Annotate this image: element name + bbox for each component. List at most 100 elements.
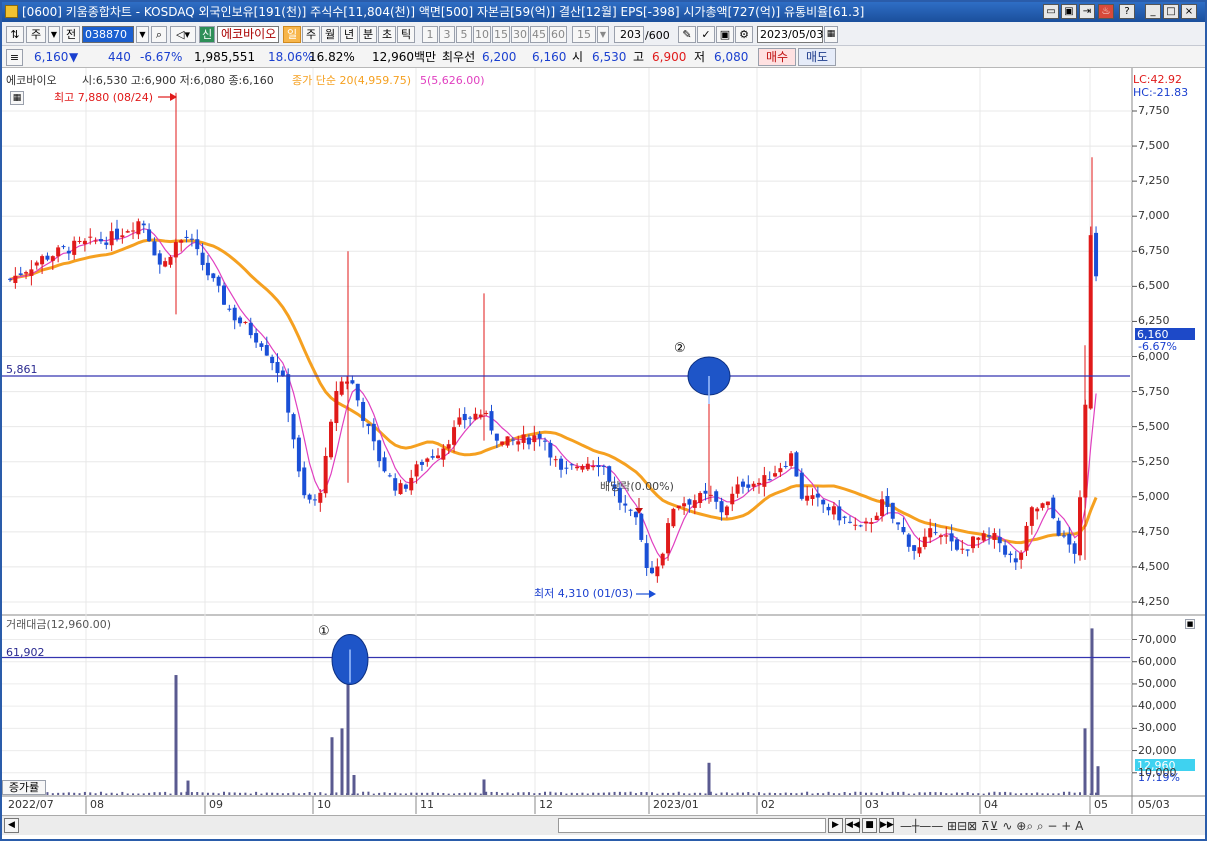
volume-bar (538, 792, 541, 795)
interval-1[interactable]: 1 (422, 26, 438, 43)
volume-bar (790, 792, 793, 795)
type-select[interactable]: 주 (26, 26, 46, 43)
candle-body (591, 465, 596, 468)
candle-body (147, 229, 152, 242)
increase-rate-tab[interactable]: 증가률 (2, 780, 46, 795)
scroll-thumb[interactable] (558, 818, 826, 833)
interval-10[interactable]: 10 (473, 26, 491, 43)
volume-bar (158, 792, 161, 795)
volume-bar (897, 792, 900, 795)
volume-bar (287, 793, 290, 795)
candle-body (575, 466, 580, 469)
fast-forward-icon[interactable]: ▶▶ (879, 818, 894, 833)
period-day[interactable]: 일 (283, 26, 301, 43)
candle-body (938, 535, 943, 537)
settings-red-icon[interactable]: ♨ (1098, 4, 1114, 19)
scroll-bar[interactable]: ◀ ▶ ◀◀ ■ ▶▶ —┼—— ⊞⊟⊠ ⊼⊻ ∿ ⊕⌕ ⌕ − + A (2, 815, 1205, 835)
period-second[interactable]: 초 (378, 26, 396, 43)
maximize-button[interactable]: □ (1163, 4, 1179, 19)
interval-15[interactable]: 15 (492, 26, 510, 43)
volume-bar (142, 793, 145, 795)
volume-spike-bar (352, 775, 356, 795)
chart-type-icon[interactable]: ⇅ (6, 26, 24, 43)
buy-button[interactable]: 매수 (758, 48, 796, 66)
volume-bar (704, 793, 707, 795)
save-icon[interactable]: ▣ (716, 26, 734, 43)
interval-input[interactable]: 15 (572, 26, 596, 43)
help-button[interactable]: ? (1119, 4, 1135, 19)
check-icon[interactable]: ✓ (697, 26, 715, 43)
volume-tick-label: 40,000 (1138, 699, 1177, 713)
minimize-button[interactable]: _ (1145, 4, 1161, 19)
rewind-icon[interactable]: ◀◀ (845, 818, 860, 833)
stock-name-field[interactable]: 에코바이오 (217, 26, 279, 43)
candle-body (1008, 553, 1013, 556)
grid-toggle-icon[interactable]: ▦ (10, 91, 24, 105)
volume-bar (1062, 791, 1065, 795)
stock-code-input[interactable]: 038870 (82, 26, 134, 43)
type-dropdown-icon[interactable]: ▼ (48, 26, 60, 43)
link-icon[interactable]: ▣ (1061, 4, 1077, 19)
candle-body (831, 506, 836, 515)
interval-30[interactable]: 30 (511, 26, 529, 43)
code-dropdown-icon[interactable]: ▼ (136, 26, 149, 43)
period-week[interactable]: 주 (302, 26, 320, 43)
volume-bar (62, 792, 65, 795)
chart-area[interactable]: 에코바이오 시:6,530 고:6,900 저:6,080 종:6,160 종가… (2, 68, 1205, 814)
volume-bar (319, 792, 322, 795)
candle-body (698, 493, 703, 503)
volume-bar (586, 793, 589, 795)
count-input[interactable]: 203 (614, 26, 644, 43)
candle-body (1019, 552, 1024, 560)
date-input[interactable]: 2023/05/03 (757, 26, 823, 43)
period-minute[interactable]: 분 (359, 26, 377, 43)
period-tick[interactable]: 틱 (397, 26, 415, 43)
candle-body (869, 522, 874, 524)
calendar-icon[interactable]: ▦ (824, 26, 838, 43)
restore-small-icon[interactable]: ▭ (1043, 4, 1059, 19)
interval-5[interactable]: 5 (456, 26, 472, 43)
candle-body (93, 240, 98, 242)
interval-60[interactable]: 60 (549, 26, 567, 43)
search-icon[interactable]: ⌕ (151, 26, 167, 43)
stop-icon[interactable]: ■ (862, 818, 877, 833)
candle-body (350, 380, 355, 384)
volume-bar (442, 793, 445, 795)
volume-bar (244, 792, 247, 795)
pane-collapse-icon[interactable]: ■ (1185, 619, 1195, 629)
candle-body (799, 472, 804, 499)
volume-bar (265, 792, 268, 795)
candle-body (61, 246, 66, 248)
candle-body (275, 361, 280, 374)
list-icon[interactable]: ≡ (6, 49, 23, 66)
chart-canvas[interactable] (2, 68, 1205, 814)
volume-bar (1068, 791, 1071, 795)
interval-45[interactable]: 45 (530, 26, 548, 43)
sell-button[interactable]: 매도 (798, 48, 836, 66)
candle-body (858, 525, 863, 527)
scroll-right-icon[interactable]: ▶ (828, 818, 843, 833)
prev-button[interactable]: 전 (62, 26, 80, 43)
close-button[interactable]: × (1181, 4, 1197, 19)
speaker-icon[interactable]: ◁▾ (170, 26, 196, 43)
volume-bar (881, 791, 884, 795)
candle-body (526, 437, 531, 445)
candle-body (462, 413, 467, 421)
pin-icon[interactable]: ⇥ (1079, 4, 1095, 19)
new-badge: 신 (199, 26, 215, 43)
candle-body (559, 458, 564, 470)
zoom-tools[interactable]: —┼—— ⊞⊟⊠ ⊼⊻ ∿ ⊕⌕ ⌕ − + A (900, 818, 1083, 834)
volume-bar (923, 792, 926, 795)
draw-icon[interactable]: ✎ (678, 26, 696, 43)
volume-bar (116, 793, 118, 795)
candle-body (671, 508, 676, 527)
gear-icon[interactable]: ⚙ (735, 26, 753, 43)
price-tick-label: 6,500 (1138, 279, 1170, 293)
period-year[interactable]: 년 (340, 26, 358, 43)
scroll-left-icon[interactable]: ◀ (4, 818, 19, 833)
interval-dropdown-icon[interactable]: ▼ (597, 26, 609, 43)
callout-1-label: ① (318, 624, 330, 639)
interval-3[interactable]: 3 (439, 26, 455, 43)
period-month[interactable]: 월 (321, 26, 339, 43)
candle-body (339, 381, 344, 395)
